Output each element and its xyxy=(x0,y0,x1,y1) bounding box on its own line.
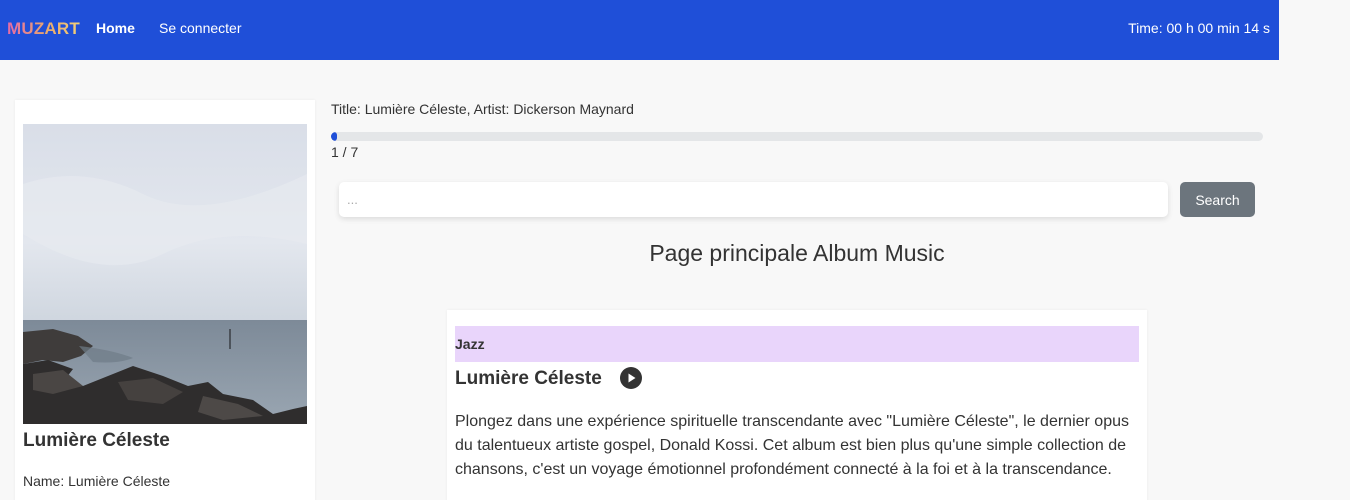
play-circle-icon[interactable] xyxy=(620,367,642,389)
search-button[interactable]: Search xyxy=(1180,182,1255,217)
nav-home-link[interactable]: Home xyxy=(96,20,135,36)
page-counter: 1 / 7 xyxy=(331,144,359,160)
sidebar-album-title: Lumière Céleste xyxy=(23,430,170,451)
nav-login-link[interactable]: Se connecter xyxy=(159,20,242,36)
brand-logo[interactable]: MUZART xyxy=(7,19,80,39)
album-title: Lumière Céleste xyxy=(455,368,602,389)
album-description: Plongez dans une expérience spirituelle … xyxy=(455,413,1129,478)
now-playing-text: Title: Lumière Céleste, Artist: Dickerso… xyxy=(331,101,634,117)
playback-progress-bar[interactable] xyxy=(331,132,1263,141)
navbar: MUZART Home Se connecter Time: 00 h 00 m… xyxy=(0,0,1279,60)
sidebar-album-card[interactable]: Lumière Céleste Name: Lumière Céleste xyxy=(15,100,315,500)
sidebar-album-name: Name: Lumière Céleste xyxy=(23,473,171,489)
album-cover-image xyxy=(23,124,307,424)
genre-badge: Jazz xyxy=(455,326,1139,362)
search-input[interactable] xyxy=(339,182,1168,217)
page-title: Page principale Album Music xyxy=(649,240,945,266)
genre-label: Jazz xyxy=(455,336,485,352)
album-card: Jazz Lumière Céleste Plongez dans une ex… xyxy=(447,310,1147,500)
playback-progress-fill xyxy=(331,132,337,141)
session-timer: Time: 00 h 00 min 14 s xyxy=(1128,20,1270,36)
